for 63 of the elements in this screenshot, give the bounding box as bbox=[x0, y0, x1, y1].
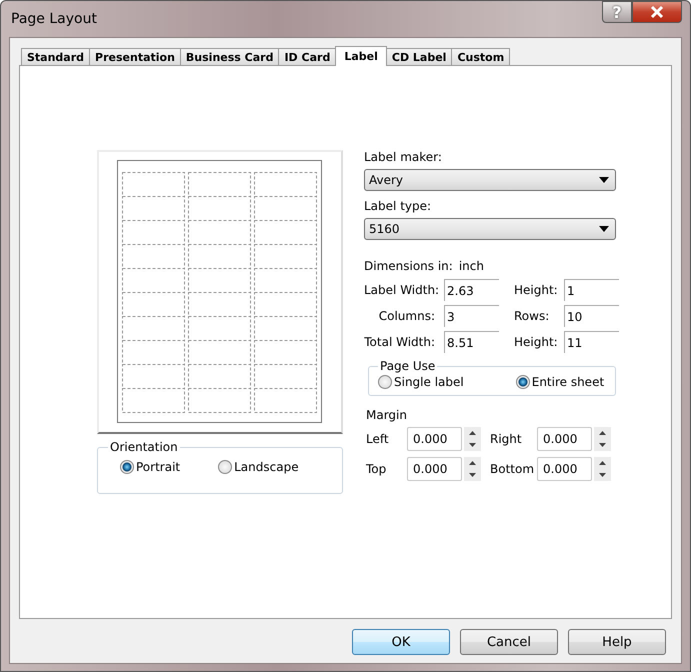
dropdown-arrow-icon bbox=[599, 177, 609, 183]
down-arrow-icon[interactable] bbox=[599, 473, 606, 477]
group-title: Page Use bbox=[379, 359, 436, 373]
spinner-button[interactable] bbox=[464, 457, 481, 481]
dialog-button[interactable]: Help bbox=[568, 629, 666, 655]
unit-text: inch bbox=[458, 259, 484, 273]
up-arrow-icon[interactable] bbox=[469, 431, 476, 435]
field-label: Dimensions in: bbox=[364, 259, 453, 273]
down-arrow-icon[interactable] bbox=[599, 443, 606, 447]
field-label: Height: bbox=[513, 283, 559, 297]
field-label: Columns: bbox=[378, 309, 435, 323]
input-field[interactable]: 0.000 bbox=[407, 457, 462, 481]
close-button[interactable] bbox=[632, 1, 682, 23]
down-arrow-icon[interactable] bbox=[469, 473, 476, 477]
down-arrow-icon[interactable] bbox=[469, 443, 476, 447]
spinner-button[interactable] bbox=[594, 427, 611, 451]
section-title: Margin bbox=[366, 408, 408, 422]
input-field[interactable]: 1 bbox=[564, 279, 619, 301]
input-field[interactable]: 2.63 bbox=[444, 279, 499, 301]
field-label: Right bbox=[490, 432, 523, 446]
tab[interactable]: Label bbox=[335, 46, 387, 66]
field-label: Left bbox=[366, 432, 390, 446]
up-arrow-icon[interactable] bbox=[599, 461, 606, 465]
radio-icon[interactable] bbox=[516, 375, 530, 389]
tab[interactable]: Presentation bbox=[89, 48, 181, 65]
radio-icon[interactable] bbox=[218, 460, 232, 474]
dropdown[interactable]: Avery bbox=[364, 169, 616, 191]
input-field[interactable]: 3 bbox=[444, 305, 499, 327]
tab[interactable]: CD Label bbox=[386, 48, 452, 65]
input-field[interactable]: 0.000 bbox=[537, 457, 592, 481]
up-arrow-icon[interactable] bbox=[469, 461, 476, 465]
spinner-button[interactable] bbox=[594, 457, 611, 481]
spinner-button[interactable] bbox=[464, 427, 481, 451]
tab[interactable]: Standard bbox=[21, 48, 90, 65]
group-title: Orientation bbox=[109, 440, 179, 454]
input-field[interactable]: 11 bbox=[564, 331, 619, 353]
field-label: Label maker: bbox=[364, 150, 443, 164]
radio-option[interactable]: Portrait bbox=[120, 460, 180, 474]
tab[interactable]: Custom bbox=[451, 48, 510, 65]
radio-option[interactable]: Single label bbox=[378, 375, 464, 389]
close-icon bbox=[649, 5, 665, 19]
input-field[interactable]: 10 bbox=[564, 305, 619, 327]
input-field[interactable]: 0.000 bbox=[537, 427, 592, 451]
up-arrow-icon[interactable] bbox=[599, 431, 606, 435]
dropdown[interactable]: 5160 bbox=[364, 218, 616, 240]
field-label: Height: bbox=[513, 335, 559, 349]
input-field[interactable]: 0.000 bbox=[407, 427, 462, 451]
tab[interactable]: Business Card bbox=[180, 48, 280, 65]
field-label: Top bbox=[366, 462, 388, 476]
field-label: Bottom bbox=[490, 462, 534, 476]
field-label: Total Width: bbox=[364, 335, 435, 349]
dialog-button[interactable]: OK bbox=[352, 629, 450, 655]
dialog-button[interactable]: Cancel bbox=[460, 629, 558, 655]
tab[interactable]: ID Card bbox=[278, 48, 336, 65]
radio-icon[interactable] bbox=[120, 460, 134, 474]
input-field[interactable]: 8.51 bbox=[444, 331, 499, 353]
field-label: Rows: bbox=[513, 309, 550, 323]
radio-option[interactable]: Entire sheet bbox=[516, 375, 604, 389]
field-label: Label type: bbox=[364, 199, 432, 213]
radio-option[interactable]: Landscape bbox=[218, 460, 299, 474]
dropdown-arrow-icon bbox=[599, 226, 609, 232]
radio-icon[interactable] bbox=[378, 375, 392, 389]
window-title: Page Layout bbox=[11, 11, 97, 27]
